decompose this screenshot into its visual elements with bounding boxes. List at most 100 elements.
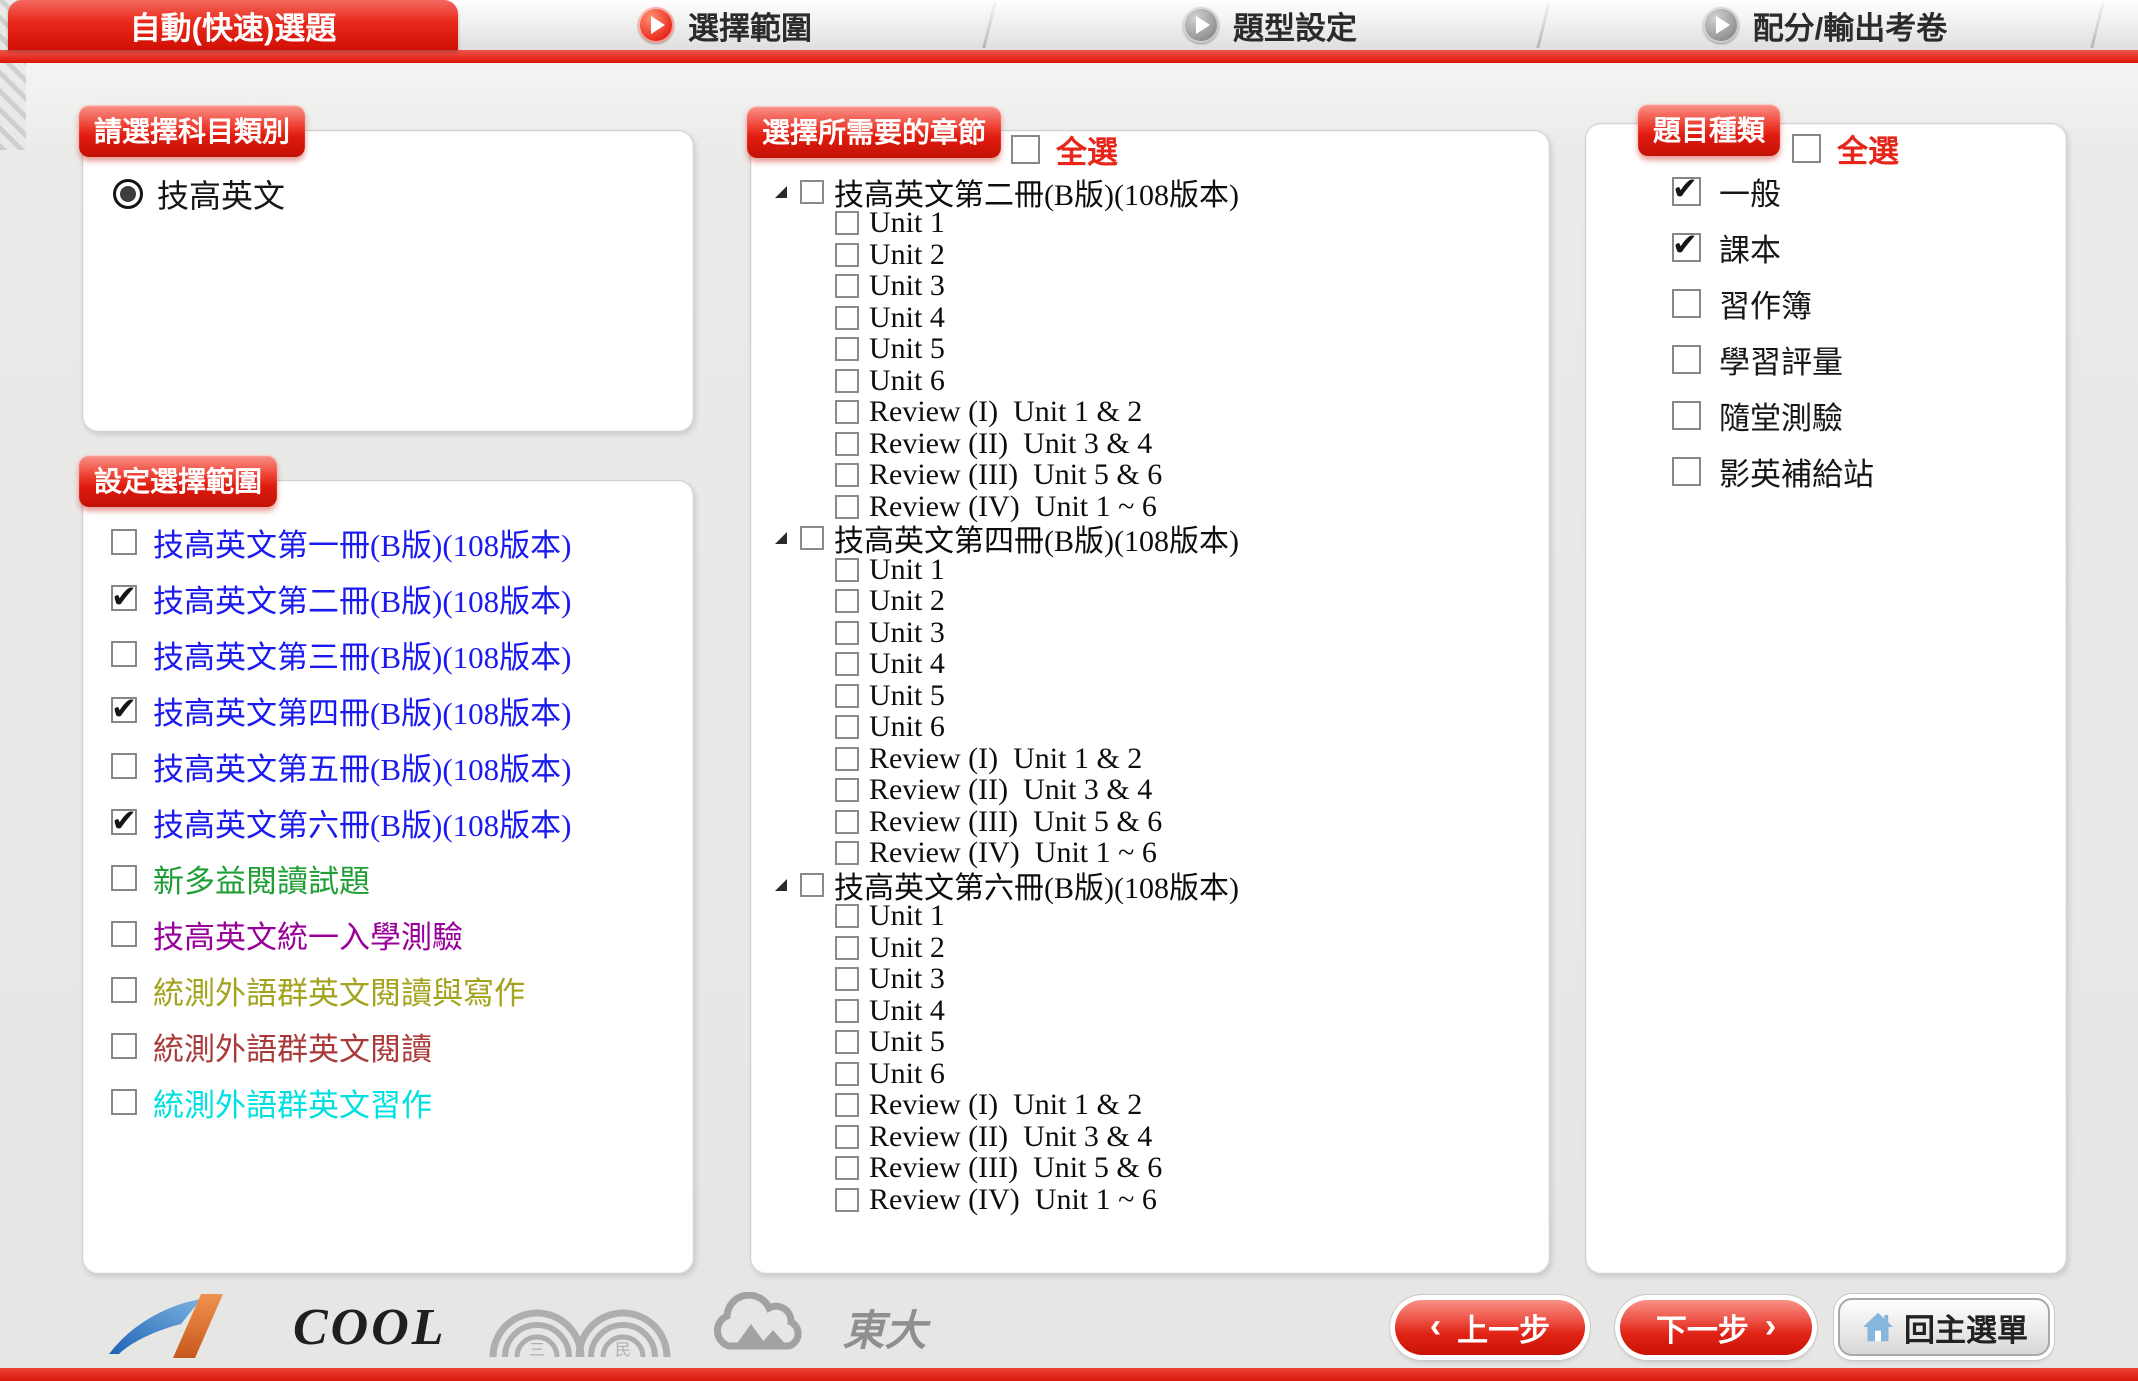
range-item-checkbox[interactable] — [111, 585, 137, 611]
tree-chapter-checkbox[interactable] — [835, 558, 859, 582]
range-item[interactable]: 技高英文第二冊(B版)(108版本) — [111, 581, 693, 615]
tree-book-row[interactable]: 技高英文第六冊(B版)(108版本) — [751, 869, 1549, 901]
question-type-label[interactable]: 課本 — [1719, 225, 1781, 270]
tree-chapter-label[interactable]: Unit 4 — [869, 647, 945, 681]
tree-chapter-row[interactable]: Unit 3 — [751, 617, 1549, 649]
tree-expand-icon[interactable] — [775, 532, 787, 544]
range-item[interactable]: 技高英文第三冊(B版)(108版本) — [111, 637, 693, 671]
tab-question-type-setting[interactable]: 題型設定 — [995, 0, 1545, 50]
tree-chapter-row[interactable]: Review (IV) Unit 1 ~ 6 — [751, 1184, 1549, 1216]
tree-chapter-checkbox[interactable] — [835, 1062, 859, 1086]
question-type-label[interactable]: 習作簿 — [1719, 281, 1812, 326]
tree-chapter-row[interactable]: Unit 6 — [751, 1058, 1549, 1090]
range-item-checkbox[interactable] — [111, 1033, 137, 1059]
tree-chapter-checkbox[interactable] — [835, 211, 859, 235]
tree-chapter-row[interactable]: Unit 3 — [751, 964, 1549, 996]
range-item[interactable]: 統測外語群英文習作 — [111, 1085, 693, 1119]
tree-chapter-label[interactable]: Review (III) Unit 5 & 6 — [869, 458, 1162, 492]
tree-chapter-checkbox[interactable] — [835, 306, 859, 330]
tree-chapter-checkbox[interactable] — [835, 936, 859, 960]
tree-chapter-row[interactable]: Unit 4 — [751, 649, 1549, 681]
tree-chapter-row[interactable]: Unit 6 — [751, 712, 1549, 744]
home-menu-button[interactable]: 回主選單 — [1838, 1298, 2050, 1356]
range-item-checkbox[interactable] — [111, 865, 137, 891]
tab-score-output[interactable]: 配分/輸出考卷 — [1547, 0, 2103, 50]
tree-chapter-row[interactable]: Review (III) Unit 5 & 6 — [751, 460, 1549, 492]
range-item-checkbox[interactable] — [111, 753, 137, 779]
range-item[interactable]: 統測外語群英文閱讀 — [111, 1029, 693, 1063]
subject-option-label[interactable]: 技高英文 — [157, 171, 285, 217]
question-type-item[interactable]: 學習評量 — [1672, 342, 2066, 376]
tree-chapter-checkbox[interactable] — [835, 369, 859, 393]
type-select-all[interactable]: 全選 — [1792, 126, 1899, 171]
question-type-checkbox[interactable] — [1672, 233, 1701, 262]
tree-chapter-checkbox[interactable] — [835, 1125, 859, 1149]
range-item-label[interactable]: 技高英文第一冊(B版)(108版本) — [153, 520, 571, 565]
range-item-checkbox[interactable] — [111, 697, 137, 723]
tree-chapter-label[interactable]: Review (I) Unit 1 & 2 — [869, 1088, 1142, 1122]
tree-chapter-label[interactable]: Review (II) Unit 3 & 4 — [869, 773, 1152, 807]
range-item-checkbox[interactable] — [111, 977, 137, 1003]
tree-book-row[interactable]: 技高英文第二冊(B版)(108版本) — [751, 176, 1549, 208]
tree-chapter-row[interactable]: Unit 4 — [751, 995, 1549, 1027]
range-item[interactable]: 技高英文第五冊(B版)(108版本) — [111, 749, 693, 783]
range-item-label[interactable]: 統測外語群英文閱讀 — [153, 1024, 432, 1069]
range-item-checkbox[interactable] — [111, 1089, 137, 1115]
range-item[interactable]: 技高英文第六冊(B版)(108版本) — [111, 805, 693, 839]
range-item[interactable]: 技高英文第四冊(B版)(108版本) — [111, 693, 693, 727]
tree-chapter-label[interactable]: Unit 3 — [869, 962, 945, 996]
select-all-checkbox[interactable] — [1792, 134, 1821, 163]
tree-chapter-row[interactable]: Review (III) Unit 5 & 6 — [751, 806, 1549, 838]
tree-chapter-checkbox[interactable] — [835, 747, 859, 771]
tree-chapter-row[interactable]: Unit 6 — [751, 365, 1549, 397]
tree-chapter-label[interactable]: Review (IV) Unit 1 ~ 6 — [869, 1183, 1157, 1217]
tree-chapter-checkbox[interactable] — [835, 463, 859, 487]
tree-book-row[interactable]: 技高英文第四冊(B版)(108版本) — [751, 523, 1549, 555]
select-all-label[interactable]: 全選 — [1837, 126, 1899, 171]
tree-chapter-label[interactable]: Review (II) Unit 3 & 4 — [869, 427, 1152, 461]
range-item-label[interactable]: 技高英文第二冊(B版)(108版本) — [153, 576, 571, 621]
tree-chapter-checkbox[interactable] — [835, 904, 859, 928]
tree-chapter-label[interactable]: Review (II) Unit 3 & 4 — [869, 1120, 1152, 1154]
tree-chapter-checkbox[interactable] — [835, 495, 859, 519]
tree-chapter-row[interactable]: Unit 2 — [751, 586, 1549, 618]
chapter-select-all[interactable]: 全選 — [1011, 127, 1118, 172]
question-type-label[interactable]: 學習評量 — [1719, 337, 1843, 382]
question-type-checkbox[interactable] — [1672, 345, 1701, 374]
tree-chapter-label[interactable]: Review (III) Unit 5 & 6 — [869, 1151, 1162, 1185]
tree-chapter-row[interactable]: Unit 5 — [751, 1027, 1549, 1059]
next-step-button[interactable]: 下一步 › — [1620, 1300, 1812, 1355]
tree-chapter-label[interactable]: Unit 2 — [869, 238, 945, 272]
range-item-checkbox[interactable] — [111, 921, 137, 947]
tree-chapter-label[interactable]: Unit 3 — [869, 269, 945, 303]
range-item-label[interactable]: 技高英文第六冊(B版)(108版本) — [153, 800, 571, 845]
tree-chapter-label[interactable]: Unit 5 — [869, 679, 945, 713]
tree-chapter-row[interactable]: Unit 2 — [751, 239, 1549, 271]
tree-chapter-row[interactable]: Review (II) Unit 3 & 4 — [751, 775, 1549, 807]
radio-button[interactable] — [113, 179, 143, 209]
tree-expand-icon[interactable] — [775, 186, 787, 198]
range-item-label[interactable]: 統測外語群英文習作 — [153, 1080, 432, 1125]
question-type-label[interactable]: 隨堂測驗 — [1719, 393, 1843, 438]
tree-chapter-checkbox[interactable] — [835, 810, 859, 834]
tree-chapter-checkbox[interactable] — [835, 1030, 859, 1054]
tree-chapter-checkbox[interactable] — [835, 841, 859, 865]
tree-chapter-row[interactable]: Review (I) Unit 1 & 2 — [751, 1090, 1549, 1122]
tree-chapter-label[interactable]: Unit 5 — [869, 332, 945, 366]
tree-chapter-label[interactable]: Unit 3 — [869, 616, 945, 650]
range-item-checkbox[interactable] — [111, 529, 137, 555]
question-type-label[interactable]: 影英補給站 — [1719, 449, 1874, 494]
tree-chapter-label[interactable]: Unit 6 — [869, 364, 945, 398]
prev-step-button[interactable]: ‹ 上一步 — [1395, 1300, 1585, 1355]
tab-select-range[interactable]: 選擇範圍 — [460, 0, 990, 50]
tree-book-checkbox[interactable] — [800, 873, 824, 897]
range-item-label[interactable]: 技高英文第五冊(B版)(108版本) — [153, 744, 571, 789]
question-type-item[interactable]: 課本 — [1672, 230, 2066, 264]
tree-chapter-checkbox[interactable] — [835, 684, 859, 708]
tree-chapter-row[interactable]: Review (I) Unit 1 & 2 — [751, 397, 1549, 429]
range-item-label[interactable]: 技高英文統一入學測驗 — [153, 912, 463, 957]
tree-chapter-label[interactable]: Unit 6 — [869, 1057, 945, 1091]
tree-chapter-row[interactable]: Unit 5 — [751, 680, 1549, 712]
select-all-checkbox[interactable] — [1011, 135, 1040, 164]
tree-chapter-label[interactable]: Review (I) Unit 1 & 2 — [869, 395, 1142, 429]
